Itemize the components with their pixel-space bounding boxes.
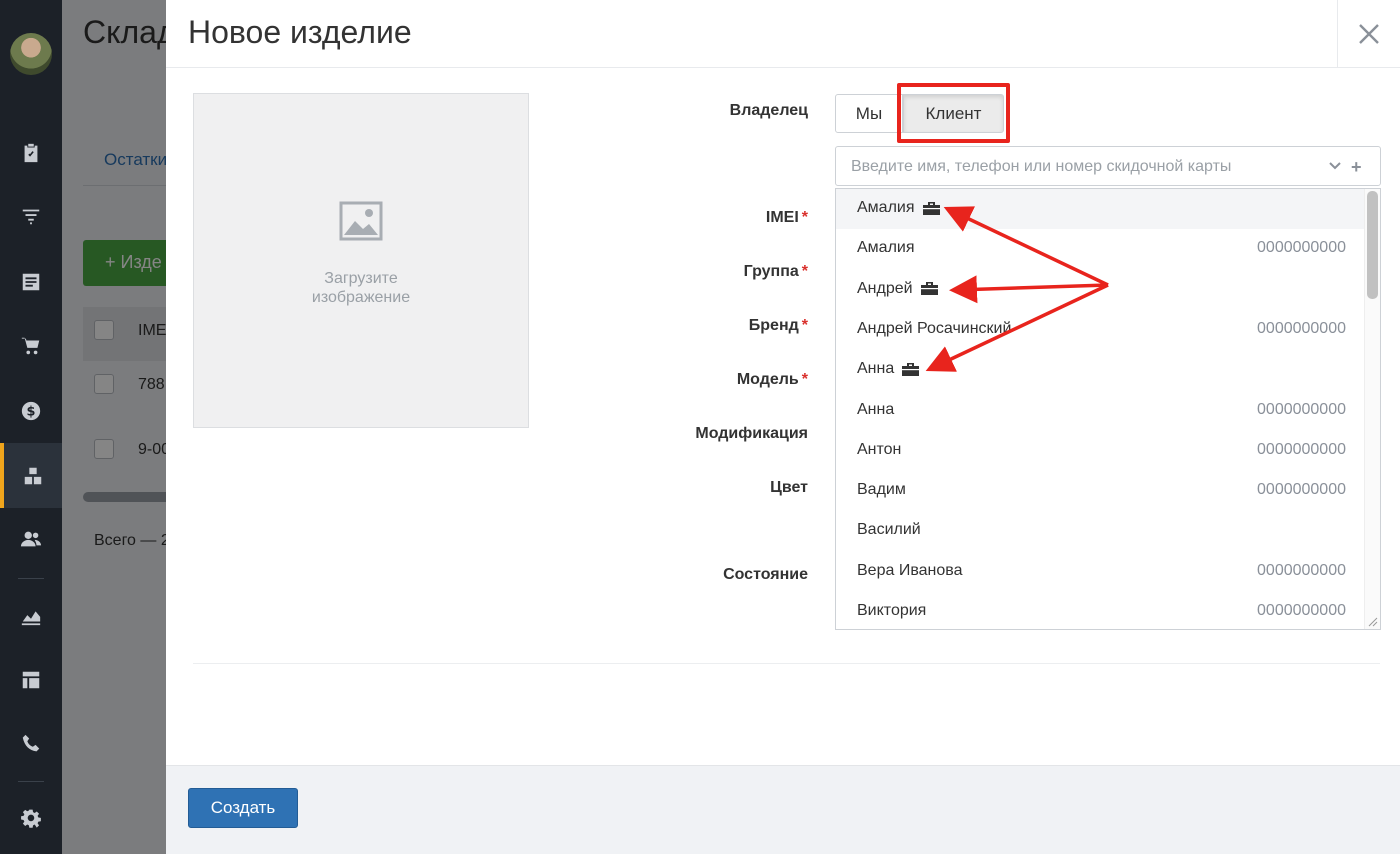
create-button[interactable]: Создать — [188, 788, 298, 828]
briefcase-icon — [901, 362, 920, 377]
client-name-text: Вера Иванова — [857, 561, 963, 579]
client-name: Антон — [857, 441, 901, 459]
modal-header: Новое изделие — [166, 0, 1400, 68]
svg-text:$: $ — [27, 405, 36, 420]
dashboard-icon[interactable] — [0, 660, 62, 700]
client-phone: 0000000000 — [1257, 400, 1346, 418]
condition-label: Состояние — [723, 566, 808, 583]
client-list-item[interactable]: Вера Иванова 0000000000 — [836, 552, 1366, 592]
client-name: Вадим — [857, 481, 906, 499]
sidebar-divider — [18, 578, 44, 579]
warehouse-icon[interactable] — [0, 443, 62, 508]
client-list-item[interactable]: Андрей — [836, 270, 1366, 310]
client-phone: 0000000000 — [1257, 561, 1346, 579]
dropdown-scrollbar[interactable] — [1364, 189, 1380, 629]
client-name-text: Виктория — [857, 602, 927, 619]
sidebar-divider — [18, 781, 44, 782]
form-divider — [193, 663, 1380, 664]
main-sidebar: $ — [0, 0, 62, 854]
client-name: Анна — [857, 401, 894, 419]
close-icon — [1359, 24, 1379, 44]
owner-label: Владелец — [729, 102, 808, 119]
client-list-item[interactable]: Анна — [836, 350, 1366, 390]
upload-hint: Загрузите изображение — [311, 270, 411, 306]
client-name-text: Амалия — [857, 239, 915, 257]
client-name: Василий — [857, 521, 921, 539]
client-search-placeholder: Введите имя, телефон или номер скидочной… — [851, 158, 1232, 175]
users-icon[interactable] — [0, 519, 62, 559]
imei-label: IMEI * — [765, 209, 808, 226]
cart-icon[interactable] — [0, 326, 62, 366]
chart-icon[interactable] — [0, 596, 62, 636]
briefcase-icon — [920, 281, 939, 296]
client-list-item[interactable]: Андрей Росачинский 0000000000 — [836, 310, 1366, 350]
dollar-icon[interactable]: $ — [0, 391, 62, 431]
client-name: Амалия — [857, 239, 915, 257]
client-phone: 0000000000 — [1257, 481, 1346, 499]
client-list-item[interactable]: Амалия — [836, 189, 1366, 229]
color-label: Цвет — [770, 479, 808, 496]
annotation-highlight-box — [897, 83, 1010, 143]
client-list-item[interactable]: Амалия 0000000000 — [836, 229, 1366, 269]
orders-icon[interactable] — [0, 262, 62, 302]
gear-icon[interactable] — [0, 799, 62, 839]
client-list-item[interactable]: Анна 0000000000 — [836, 391, 1366, 431]
client-name-text: Андрей Росачинский — [857, 319, 1012, 337]
client-list-item[interactable]: Вадим 0000000000 — [836, 471, 1366, 511]
filter-icon[interactable] — [0, 196, 62, 236]
client-name: Виктория — [857, 602, 926, 620]
image-upload-area[interactable]: Загрузите изображение — [193, 93, 529, 428]
phone-icon[interactable] — [0, 724, 62, 764]
client-name-text: Вадим — [857, 481, 906, 499]
model-label: Модель * — [736, 371, 808, 388]
client-name: Андрей — [857, 280, 939, 298]
modal-title: Новое изделие — [188, 14, 412, 50]
client-name-text: Анна — [857, 360, 895, 378]
client-name: Амалия — [857, 199, 941, 217]
client-name-text: Андрей — [857, 279, 913, 297]
client-name-text: Анна — [857, 400, 895, 418]
image-placeholder-icon — [339, 201, 383, 241]
client-list-item[interactable]: Виктория 0000000000 — [836, 592, 1366, 629]
close-button[interactable] — [1337, 0, 1400, 68]
group-label: Группа * — [743, 263, 808, 280]
client-dropdown: Амалия Амалия 0000000000 Андрей Андрей Росач… — [835, 188, 1381, 630]
client-name-text: Амалия — [857, 199, 915, 216]
client-phone: 0000000000 — [1257, 319, 1346, 337]
client-name: Андрей Росачинский — [857, 320, 1011, 338]
owner-us-button[interactable]: Мы — [835, 94, 903, 133]
client-phone: 0000000000 — [1257, 239, 1346, 257]
clipboard-icon[interactable] — [0, 133, 62, 173]
new-item-modal: Новое изделие Загрузите изображение Влад… — [166, 0, 1400, 854]
client-name-text: Василий — [857, 521, 921, 539]
resize-handle-icon[interactable] — [1368, 617, 1378, 627]
chevron-down-icon[interactable] — [1329, 161, 1341, 171]
client-name: Анна — [857, 360, 920, 378]
client-name: Вера Иванова — [857, 562, 962, 580]
client-phone: 0000000000 — [1257, 602, 1346, 619]
client-list-item[interactable]: Василий — [836, 511, 1366, 551]
modal-footer: Создать — [166, 765, 1400, 854]
briefcase-icon — [922, 201, 941, 216]
client-phone: 0000000000 — [1257, 440, 1346, 458]
client-name-text: Антон — [857, 440, 902, 458]
client-search-select[interactable]: Введите имя, телефон или номер скидочной… — [835, 146, 1381, 186]
brand-label: Бренд * — [748, 317, 808, 334]
avatar[interactable] — [10, 33, 52, 75]
client-list-item[interactable]: Антон 0000000000 — [836, 431, 1366, 471]
add-client-icon[interactable]: + — [1351, 157, 1362, 178]
scrollbar-thumb[interactable] — [1367, 191, 1378, 299]
modification-label: Модификация — [695, 425, 808, 442]
